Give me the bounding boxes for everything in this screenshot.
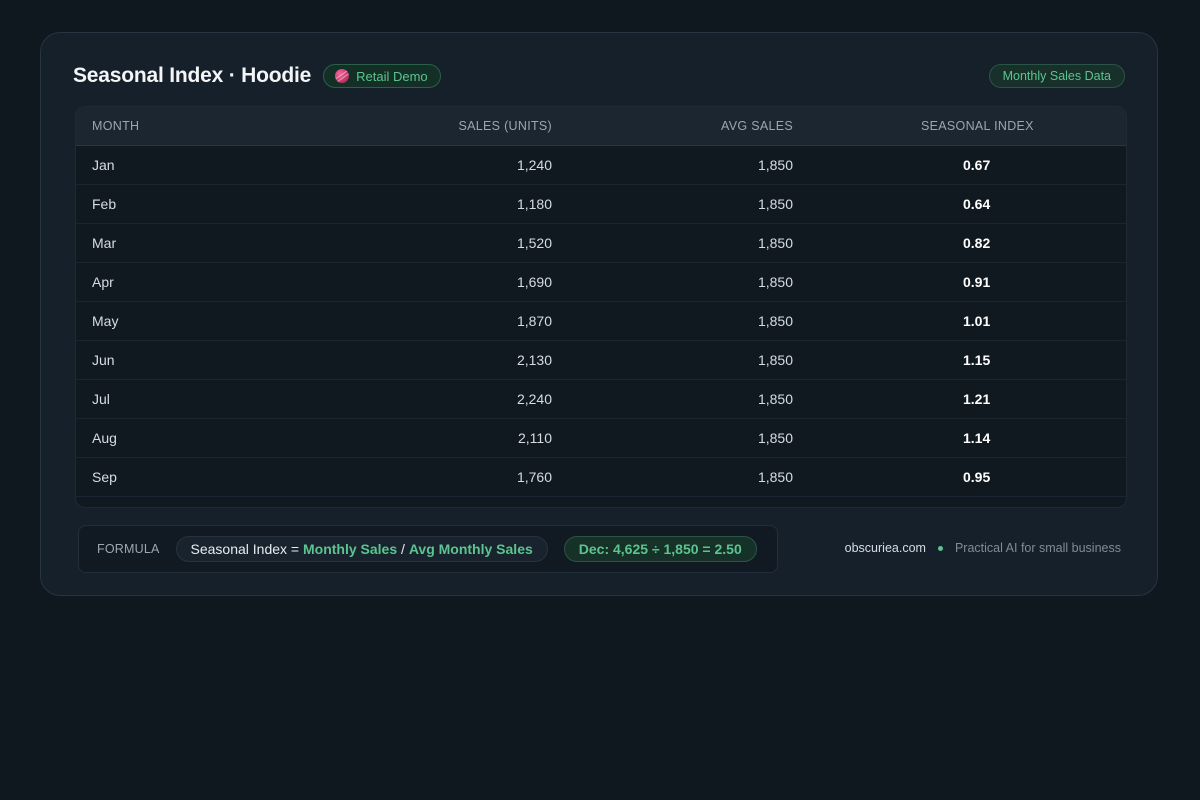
cell-avg-sales: 1,850 bbox=[552, 379, 793, 419]
monthly-sales-data-badge: Monthly Sales Data bbox=[988, 64, 1125, 88]
cell-avg-sales: 1,850 bbox=[552, 457, 793, 497]
seasonal-index-card: Seasonal Index · Hoodie Retail Demo Mont… bbox=[40, 32, 1158, 596]
cell-month: Sep bbox=[76, 457, 312, 497]
cell-seasonal-index: 0.67 bbox=[793, 145, 1126, 185]
brand-site: obscuriea.com bbox=[844, 541, 926, 555]
table-row: Aug 2,110 1,850 1.14 bbox=[76, 418, 1126, 458]
december-example-badge: Dec: 4,625 ÷ 1,850 = 2.50 bbox=[563, 536, 757, 562]
cell-avg-sales: 1,850 bbox=[552, 145, 793, 185]
cell-sales: 1,180 bbox=[312, 184, 552, 224]
column-header-seasonal-index: SEASONAL INDEX bbox=[793, 107, 1126, 146]
page-title: Seasonal Index · Hoodie bbox=[73, 64, 312, 87]
cell-sales: 1,240 bbox=[312, 145, 552, 185]
yarn-ball-icon bbox=[335, 69, 350, 83]
table-header-row: MONTH SALES (UNITS) AVG SALES SEASONAL I… bbox=[76, 107, 1126, 146]
column-header-month: MONTH bbox=[76, 107, 312, 146]
brand-tagline: Practical AI for small business bbox=[954, 541, 1121, 555]
separator-dot-icon bbox=[937, 545, 943, 551]
cell-seasonal-index: 0.64 bbox=[793, 184, 1126, 224]
cell-sales: 2,240 bbox=[312, 379, 552, 419]
brand-footer: obscuriea.com Practical AI for small bus… bbox=[845, 541, 1121, 555]
cell-seasonal-index: 1.01 bbox=[793, 301, 1126, 341]
cell-month: Aug bbox=[76, 418, 312, 458]
cell-sales: 1,760 bbox=[312, 457, 552, 497]
sales-table-container[interactable]: MONTH SALES (UNITS) AVG SALES SEASONAL I… bbox=[75, 106, 1127, 508]
formula-numerator: Monthly Sales bbox=[303, 541, 398, 557]
cell-month: Jul bbox=[76, 379, 312, 419]
cell-month: Jan bbox=[76, 145, 312, 185]
cell-seasonal-index: 0.91 bbox=[793, 262, 1126, 302]
table-row: Apr 1,690 1,850 0.91 bbox=[76, 262, 1126, 302]
cell-seasonal-index: 1.21 bbox=[793, 379, 1126, 419]
table-row: Jan 1,240 1,850 0.67 bbox=[76, 145, 1126, 185]
cell-month: Jun bbox=[76, 340, 312, 380]
cell-avg-sales: 1,850 bbox=[552, 184, 793, 224]
cell-seasonal-index: 1.14 bbox=[793, 418, 1126, 458]
card-header: Seasonal Index · Hoodie Retail Demo Mont… bbox=[73, 61, 1125, 91]
formula-denominator: Avg Monthly Sales bbox=[408, 541, 533, 557]
cell-sales: 2,110 bbox=[312, 418, 552, 458]
cell-seasonal-index: 0.82 bbox=[793, 223, 1126, 263]
cell-avg-sales: 1,850 bbox=[552, 301, 793, 341]
cell-month: May bbox=[76, 301, 312, 341]
cell-month: Mar bbox=[76, 223, 312, 263]
table-row: Mar 1,520 1,850 0.82 bbox=[76, 223, 1126, 263]
table-row: Feb 1,180 1,850 0.64 bbox=[76, 184, 1126, 224]
formula-divider: / bbox=[397, 541, 409, 557]
sales-table: MONTH SALES (UNITS) AVG SALES SEASONAL I… bbox=[76, 107, 1126, 497]
cell-avg-sales: 1,850 bbox=[552, 418, 793, 458]
cell-month: Apr bbox=[76, 262, 312, 302]
cell-sales: 2,130 bbox=[312, 340, 552, 380]
table-row: Jun 2,130 1,850 1.15 bbox=[76, 340, 1126, 380]
formula-box: FORMULA Seasonal Index = Monthly Sales /… bbox=[78, 525, 778, 573]
cell-seasonal-index: 0.95 bbox=[793, 457, 1126, 497]
table-row: Sep 1,760 1,850 0.95 bbox=[76, 457, 1126, 497]
formula-prefix: Seasonal Index = bbox=[190, 541, 303, 557]
formula-label: FORMULA bbox=[97, 542, 160, 556]
formula-expression: Seasonal Index = Monthly Sales / Avg Mon… bbox=[175, 536, 548, 562]
cell-month: Feb bbox=[76, 184, 312, 224]
column-header-avg-sales: AVG SALES bbox=[552, 107, 793, 146]
table-row: May 1,870 1,850 1.01 bbox=[76, 301, 1126, 341]
cell-avg-sales: 1,850 bbox=[552, 223, 793, 263]
retail-demo-label: Retail Demo bbox=[356, 68, 428, 84]
cell-sales: 1,870 bbox=[312, 301, 552, 341]
cell-sales: 1,520 bbox=[312, 223, 552, 263]
cell-avg-sales: 1,850 bbox=[552, 262, 793, 302]
retail-demo-badge: Retail Demo bbox=[323, 64, 441, 88]
column-header-sales: SALES (UNITS) bbox=[312, 107, 552, 146]
cell-avg-sales: 1,850 bbox=[552, 340, 793, 380]
cell-sales: 1,690 bbox=[312, 262, 552, 302]
table-row: Jul 2,240 1,850 1.21 bbox=[76, 379, 1126, 419]
cell-seasonal-index: 1.15 bbox=[793, 340, 1126, 380]
